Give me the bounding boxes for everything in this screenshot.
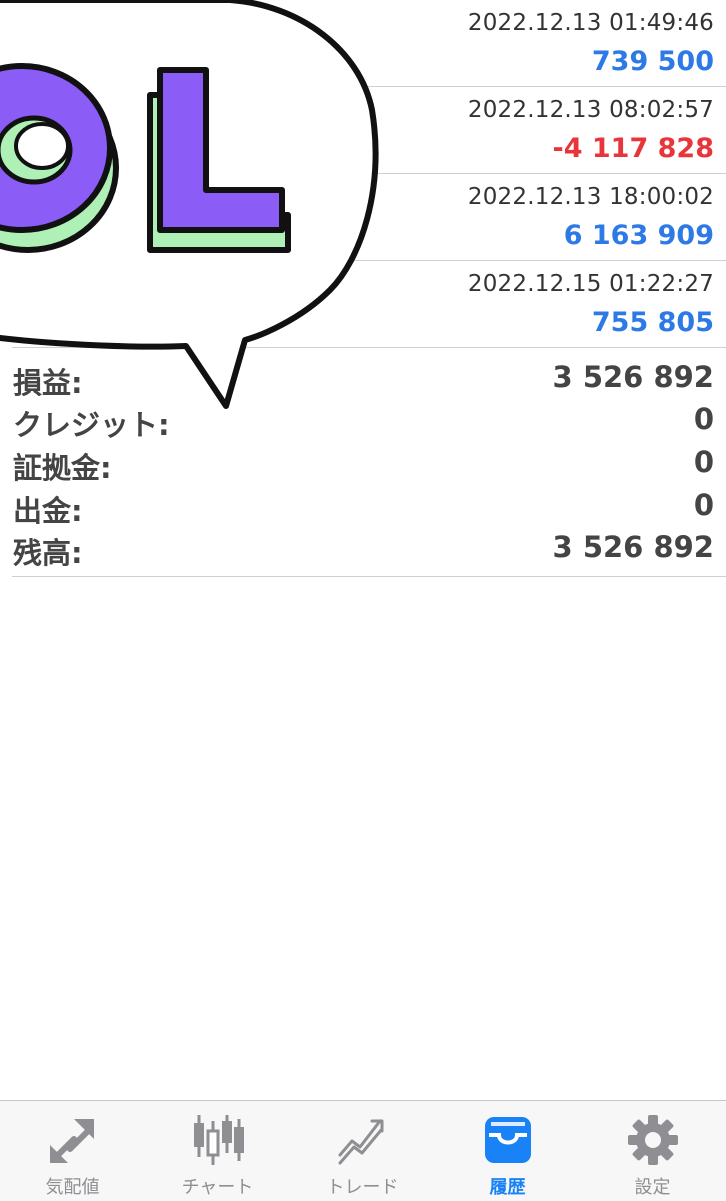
deal-time: 2022.12.13 08:02:57	[467, 97, 714, 123]
candlestick-chart-icon	[194, 1115, 244, 1165]
trade-line-icon	[338, 1119, 384, 1165]
tab-trade-label: トレード	[326, 1177, 399, 1198]
summary-balance-row: 残高: 3 526 892	[0, 528, 726, 570]
summary-credit-value: 0	[693, 402, 714, 436]
tab-history-label: 履歴	[489, 1177, 526, 1198]
tab-chart-label: チャート	[181, 1177, 254, 1198]
summary-withdrawal-row: 出金: 0	[0, 486, 726, 528]
tab-trade[interactable]: トレード	[290, 1101, 435, 1201]
deal-time: 2022.12.13 18:00:02	[467, 184, 714, 210]
deal-profit: 739 500	[591, 46, 714, 77]
deal-time: 2022.12.15 01:22:27	[467, 271, 714, 297]
deal-profit: -4 117 828	[552, 133, 714, 164]
summary-margin-label: 証拠金:	[13, 451, 112, 485]
speech-bubble-sticker	[0, 0, 379, 409]
deal-time: 2022.12.13 01:49:46	[467, 10, 714, 36]
summary-balance-label: 残高:	[13, 536, 83, 570]
quotes-arrows-icon	[50, 1119, 94, 1163]
divider	[12, 576, 726, 577]
tab-settings[interactable]: 設定	[580, 1101, 725, 1201]
tab-quotes-label: 気配値	[45, 1177, 100, 1198]
summary-balance-value: 3 526 892	[552, 530, 714, 564]
tab-quotes[interactable]: 気配値	[0, 1101, 145, 1201]
summary-profit-value: 3 526 892	[552, 360, 714, 394]
bottom-tab-bar: 気配値 チャート トレード 履歴 設定	[0, 1100, 726, 1201]
tab-settings-label: 設定	[634, 1177, 671, 1198]
tab-history[interactable]: 履歴	[435, 1101, 580, 1201]
summary-withdrawal-label: 出金:	[13, 494, 83, 528]
summary-margin-row: 証拠金: 0	[0, 443, 726, 485]
deal-profit: 755 805	[591, 307, 714, 338]
gear-icon	[628, 1115, 678, 1165]
deal-profit: 6 163 909	[563, 220, 714, 251]
summary-withdrawal-value: 0	[693, 488, 714, 522]
summary-margin-value: 0	[693, 445, 714, 479]
tab-chart[interactable]: チャート	[145, 1101, 290, 1201]
inbox-tray-icon	[485, 1117, 531, 1163]
